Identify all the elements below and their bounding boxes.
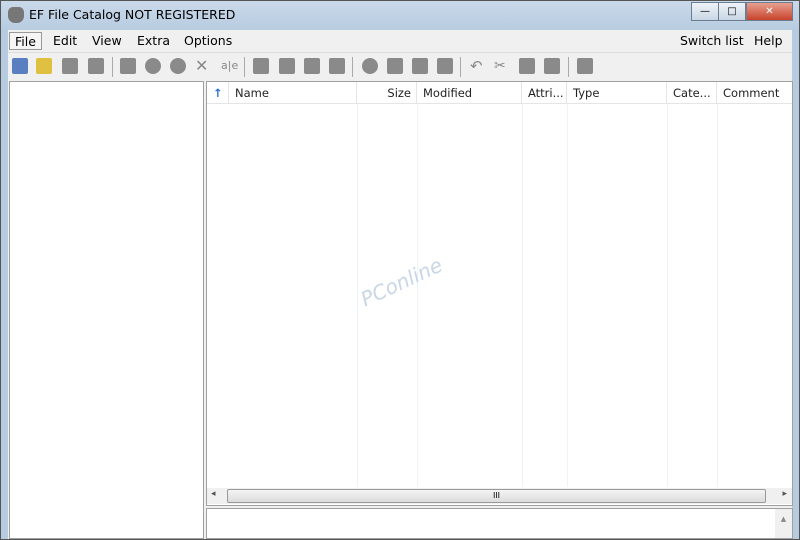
- find-drive-icon[interactable]: [437, 58, 453, 74]
- minimize-button[interactable]: —: [691, 2, 719, 21]
- menu-view[interactable]: View: [87, 32, 127, 50]
- grid-line: [717, 104, 718, 487]
- add-disk-icon[interactable]: [120, 58, 136, 74]
- toolbar: ✕ a|e ↶ ✂: [8, 52, 792, 79]
- toolbar-separator: [568, 57, 569, 77]
- folder-icon[interactable]: [279, 58, 295, 74]
- window-title: EF File Catalog NOT REGISTERED: [29, 7, 236, 22]
- find-icon[interactable]: [387, 58, 403, 74]
- column-name[interactable]: Name: [229, 82, 357, 104]
- paste-icon[interactable]: [544, 58, 560, 74]
- delete-icon[interactable]: ✕: [195, 58, 211, 74]
- toolbar-separator: [460, 57, 461, 77]
- catalog-icon[interactable]: [253, 58, 269, 74]
- close-button[interactable]: ✕: [746, 2, 793, 21]
- grid-line: [667, 104, 668, 487]
- sort-up-icon[interactable]: ↑: [207, 82, 229, 104]
- app-window: EF File Catalog NOT REGISTERED — □ ✕ Fil…: [0, 0, 800, 540]
- menu-options[interactable]: Options: [179, 32, 237, 50]
- save-icon[interactable]: [62, 58, 78, 74]
- column-category[interactable]: Cate...: [667, 82, 717, 104]
- open-icon[interactable]: [36, 58, 52, 74]
- cut-icon[interactable]: ✂: [494, 58, 510, 74]
- scroll-up-button[interactable]: ▲: [781, 515, 786, 523]
- delete-disk-icon[interactable]: [170, 58, 186, 74]
- client-area: File Edit View Extra Options Switch list…: [8, 30, 793, 539]
- horizontal-scrollbar[interactable]: ◂ III ▸: [207, 488, 792, 504]
- save-all-icon[interactable]: [88, 58, 104, 74]
- update-disk-icon[interactable]: [145, 58, 161, 74]
- properties-icon[interactable]: [577, 58, 593, 74]
- column-type[interactable]: Type: [567, 82, 667, 104]
- scroll-left-button[interactable]: ◂: [211, 489, 216, 499]
- rename-icon[interactable]: a|e: [221, 58, 238, 74]
- file-list[interactable]: ↑ Name Size Modified Attri... Type Cate.…: [206, 81, 793, 506]
- toolbar-separator: [244, 57, 245, 77]
- file-list-header: ↑ Name Size Modified Attri... Type Cate.…: [207, 82, 792, 104]
- menu-bar: File Edit View Extra Options Switch list…: [8, 30, 792, 51]
- copy-icon[interactable]: [519, 58, 535, 74]
- menu-switch-list[interactable]: Switch list: [675, 32, 749, 50]
- undo-icon[interactable]: ↶: [470, 58, 486, 74]
- find-next-icon[interactable]: [412, 58, 428, 74]
- new-catalog-icon[interactable]: [12, 58, 28, 74]
- app-cat-icon: [8, 7, 24, 23]
- grid-line: [357, 104, 358, 487]
- edit-icon[interactable]: [304, 58, 320, 74]
- grid-line: [417, 104, 418, 487]
- scroll-right-button[interactable]: ▸: [782, 489, 787, 499]
- menu-file[interactable]: File: [9, 32, 42, 50]
- grid-line: [522, 104, 523, 487]
- toolbar-separator: [112, 57, 113, 77]
- maximize-button[interactable]: □: [718, 2, 746, 21]
- vertical-scrollbar[interactable]: ▲: [775, 509, 792, 538]
- column-modified[interactable]: Modified: [417, 82, 522, 104]
- details-pane[interactable]: ▲: [206, 508, 793, 539]
- search-icon[interactable]: [362, 58, 378, 74]
- column-comment[interactable]: Comment: [717, 82, 792, 104]
- column-attributes[interactable]: Attri...: [522, 82, 567, 104]
- open-folder-icon[interactable]: [329, 58, 345, 74]
- menu-extra[interactable]: Extra: [132, 32, 175, 50]
- menu-help[interactable]: Help: [749, 32, 788, 50]
- scroll-thumb[interactable]: III: [227, 489, 766, 503]
- grid-line: [567, 104, 568, 487]
- column-size[interactable]: Size: [357, 82, 417, 104]
- catalog-tree-pane[interactable]: [9, 81, 204, 539]
- toolbar-separator: [352, 57, 353, 77]
- menu-edit[interactable]: Edit: [48, 32, 82, 50]
